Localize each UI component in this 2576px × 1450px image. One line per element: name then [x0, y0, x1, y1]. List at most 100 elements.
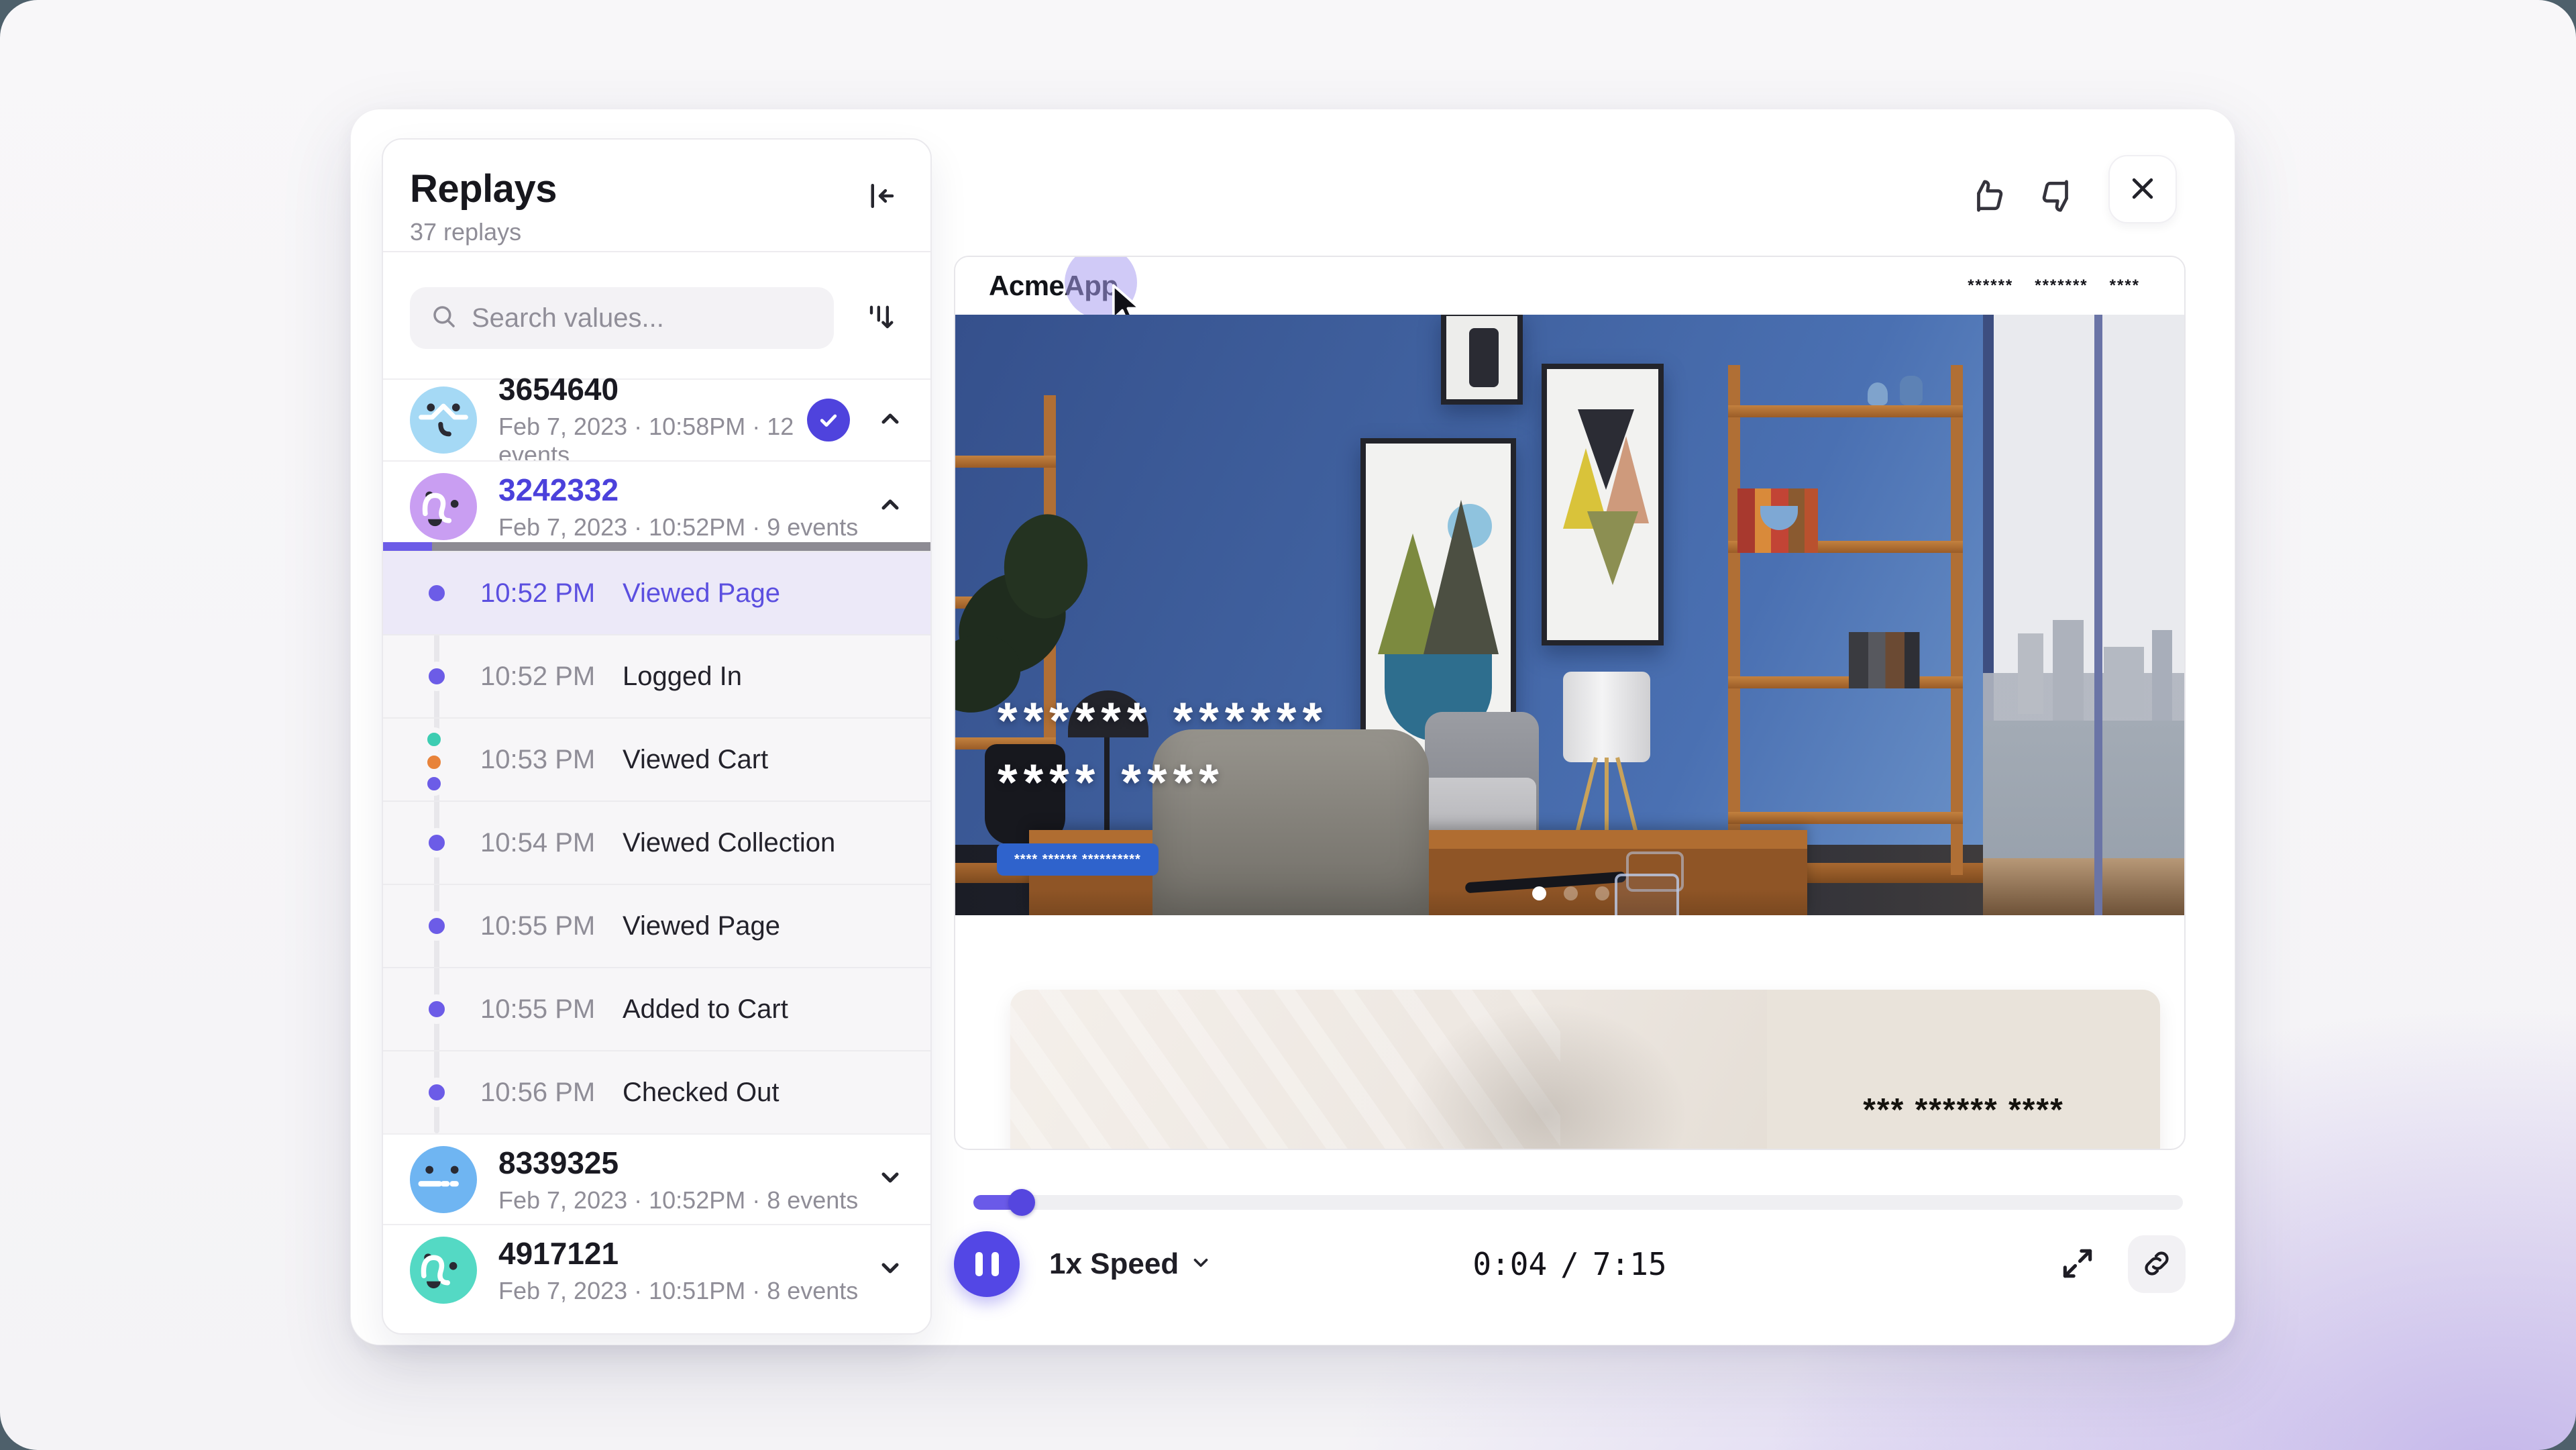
replays-sidebar: Replays 37 replays Search values... [382, 138, 932, 1335]
event-dot [422, 994, 451, 1024]
session-id: 4917121 [498, 1235, 877, 1272]
replayed-hero-section: ****** ****** **** **** **** ****** ****… [955, 315, 2184, 915]
session-meta: Feb 7, 2023 · 10:52PM · 8 events [498, 1186, 877, 1214]
session-list: 3654640 Feb 7, 2023 · 10:58PM · 12 event… [383, 378, 930, 1333]
event-label: Added to Cart [623, 994, 788, 1025]
replayed-app-nav: ****** ******* **** [1968, 276, 2140, 295]
event-label: Viewed Page [623, 911, 780, 941]
event-time: 10:54 PM [480, 828, 623, 858]
event-time: 10:52 PM [480, 662, 623, 692]
event-row[interactable]: 10:53 PM Viewed Cart [383, 717, 930, 800]
session-row-3654640[interactable]: 3654640 Feb 7, 2023 · 10:58PM · 12 event… [383, 378, 930, 460]
hero-cta-label: **** ****** ********** [1014, 852, 1141, 868]
carousel-dot-active [1532, 886, 1546, 900]
carousel-dots [1532, 886, 1609, 900]
player-controls: 1x Speed 0:04 / 7:15 [954, 1229, 2186, 1300]
thumbs-up-icon [1967, 176, 2007, 218]
thumbs-down-icon [2038, 176, 2078, 218]
event-dot [422, 1078, 451, 1107]
event-time: 10:56 PM [480, 1078, 623, 1108]
event-row[interactable]: 10:54 PM Viewed Collection [383, 800, 930, 884]
hero-ghost-outline [1615, 874, 1679, 915]
total-duration: 7:15 [1593, 1246, 1667, 1282]
replay-viewport: AcmeApp ****** ******* **** [954, 256, 2186, 1150]
search-icon [430, 303, 458, 334]
sort-filter-button[interactable] [857, 295, 904, 342]
event-time: 10:55 PM [480, 994, 623, 1025]
event-dot [422, 828, 451, 858]
event-dot-orange [422, 750, 446, 774]
timeline-scrubber[interactable] [973, 1195, 2183, 1210]
session-meta: Feb 7, 2023 · 10:51PM · 8 events [498, 1277, 877, 1305]
sidebar-header: Replays 37 replays [383, 140, 930, 251]
event-label: Viewed Cart [623, 745, 768, 775]
hero-headline-line2: **** **** [998, 752, 1328, 814]
product-photo-sofa [1010, 990, 1767, 1150]
avatar [410, 386, 477, 454]
session-row-4917121[interactable]: 4917121 Feb 7, 2023 · 10:51PM · 8 events [383, 1224, 930, 1314]
chevron-down-icon [1189, 1251, 1212, 1278]
session-load-progress [383, 542, 930, 551]
chevron-up-icon[interactable] [877, 405, 904, 435]
session-row-8339325[interactable]: 8339325 Feb 7, 2023 · 10:52PM · 8 events [383, 1133, 930, 1224]
event-time: 10:55 PM [480, 911, 623, 941]
collapse-sidebar-button[interactable] [857, 173, 904, 220]
pause-button[interactable] [954, 1231, 1020, 1297]
event-row[interactable]: 10:52 PM Logged In [383, 634, 930, 717]
event-row[interactable]: 10:56 PM Checked Out [383, 1050, 930, 1133]
event-label: Viewed Page [623, 578, 780, 609]
nav-item-masked: ****** [1968, 276, 2013, 295]
chevron-up-icon[interactable] [877, 491, 904, 521]
current-time: 0:04 [1472, 1246, 1547, 1282]
event-row[interactable]: 10:52 PM Viewed Page [383, 551, 930, 634]
thumbs-up-button[interactable] [1966, 176, 2008, 217]
search-row: Search values... [383, 252, 930, 378]
replayed-product-card: *** ****** **** [1010, 990, 2160, 1150]
event-label: Checked Out [623, 1078, 779, 1108]
product-masked-label: *** ****** **** [1863, 1092, 2064, 1129]
hero-artwork-geometric [1542, 364, 1664, 645]
event-label: Logged In [623, 662, 742, 692]
fullscreen-button[interactable] [2055, 1242, 2100, 1286]
session-meta: Feb 7, 2023 · 10:52PM · 9 events [498, 513, 877, 541]
thumbs-down-button[interactable] [2037, 176, 2079, 217]
search-input[interactable]: Search values... [410, 287, 834, 349]
hero-shelf-right [1728, 365, 1963, 875]
close-icon [2128, 174, 2157, 205]
replayed-app-header: AcmeApp ****** ******* **** [955, 257, 2184, 315]
time-display: 0:04 / 7:15 [1472, 1246, 1666, 1282]
expand-icon [2059, 1245, 2096, 1284]
session-row-3242332[interactable]: 3242332 Feb 7, 2023 · 10:52PM · 9 events [383, 460, 930, 551]
event-timeline: 10:52 PM Viewed Page 10:52 PM Logged In … [383, 551, 930, 1133]
event-dot-teal [422, 727, 446, 752]
time-separator: / [1560, 1246, 1579, 1282]
speed-selector[interactable]: 1x Speed [1049, 1247, 1212, 1281]
hero-masked-headline: ****** ****** **** **** [998, 690, 1328, 814]
event-dot [422, 578, 451, 608]
scrubber-thumb[interactable] [1008, 1189, 1035, 1216]
chevron-down-icon[interactable] [877, 1255, 904, 1285]
chevron-down-icon[interactable] [877, 1164, 904, 1194]
avatar [410, 473, 477, 540]
player-top-actions [1966, 155, 2177, 223]
hero-floor-lamp [1563, 672, 1650, 762]
event-time: 10:53 PM [480, 745, 623, 775]
event-row[interactable]: 10:55 PM Viewed Page [383, 884, 930, 967]
hero-artwork-small [1441, 315, 1523, 405]
event-dot-purple [422, 772, 446, 796]
session-id: 8339325 [498, 1145, 877, 1181]
session-id: 3242332 [498, 472, 877, 508]
carousel-dot [1595, 886, 1609, 900]
avatar [410, 1146, 477, 1213]
event-label: Viewed Collection [623, 828, 835, 858]
pause-icon [975, 1252, 999, 1276]
event-dot [422, 911, 451, 941]
copy-link-button[interactable] [2128, 1235, 2186, 1293]
event-row[interactable]: 10:55 PM Added to Cart [383, 967, 930, 1050]
search-placeholder: Search values... [472, 303, 664, 333]
event-time: 10:52 PM [480, 578, 623, 609]
avatar [410, 1237, 477, 1304]
nav-item-masked: **** [2110, 276, 2140, 295]
close-button[interactable] [2108, 155, 2177, 223]
product-info-panel: *** ****** **** [1767, 990, 2160, 1150]
